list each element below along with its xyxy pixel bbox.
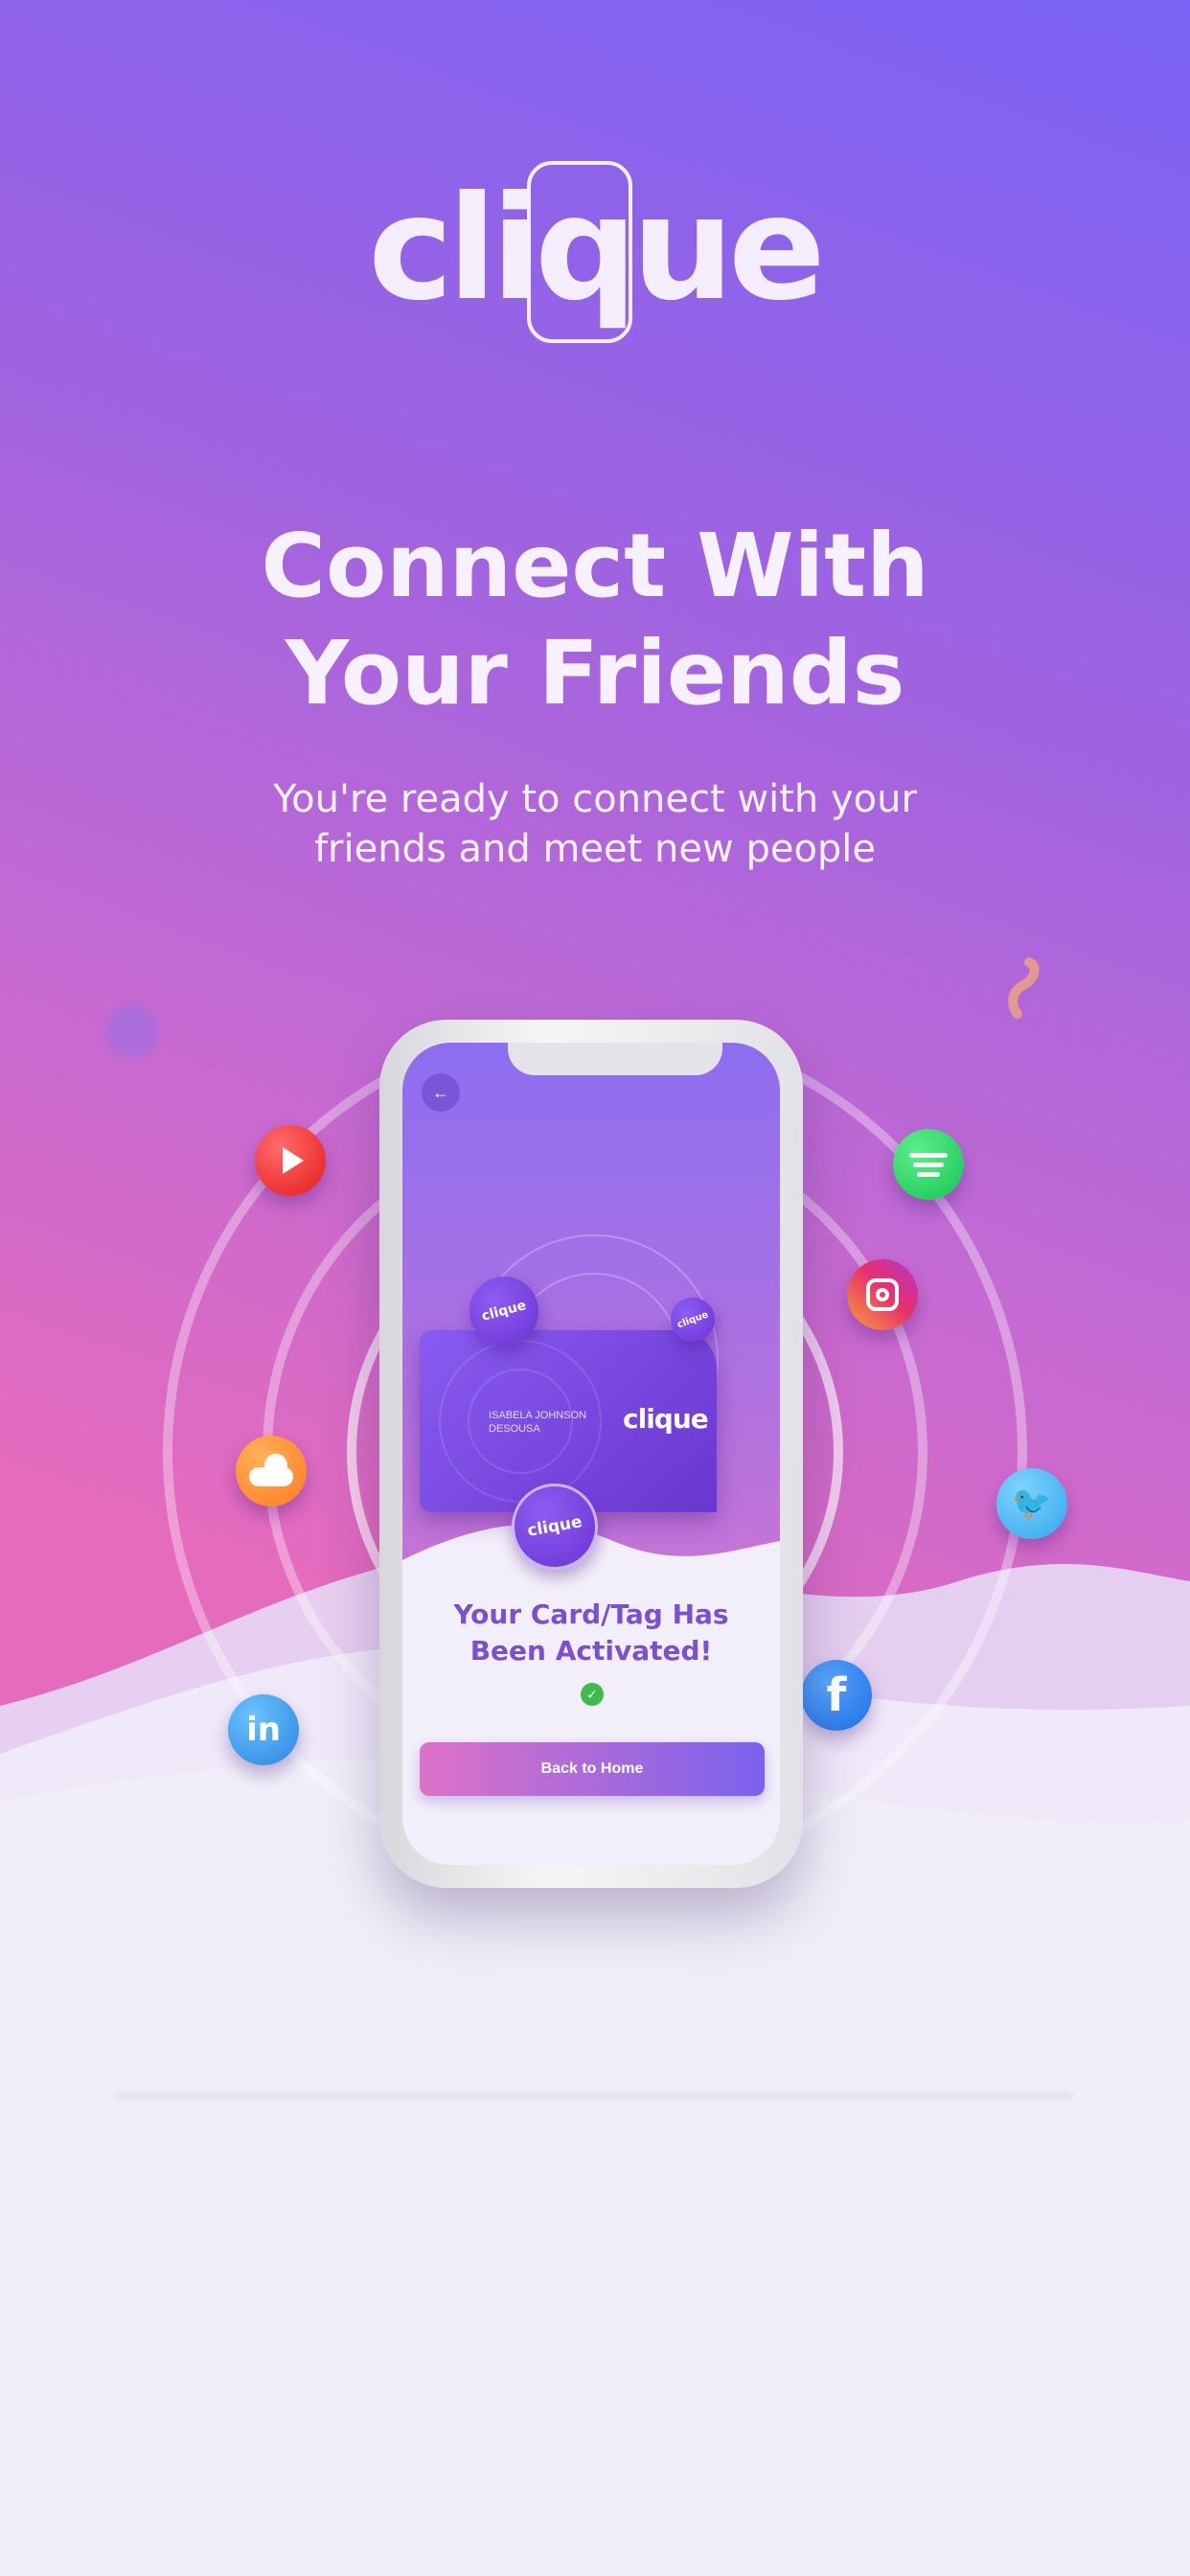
headline-line-1: Connect With <box>261 515 929 617</box>
squiggle-decoration <box>1008 957 1040 1019</box>
soundcloud-icon <box>236 1436 307 1506</box>
headline-line-2: Your Friends <box>285 622 905 724</box>
logo-text: clique <box>368 166 826 333</box>
instagram-icon <box>847 1259 918 1330</box>
lower-background <box>0 1869 1190 2576</box>
twitter-icon: 🐦 <box>996 1468 1067 1539</box>
youtube-icon <box>255 1125 326 1196</box>
facebook-icon: f <box>801 1660 872 1731</box>
subheadline-line-2: friends and meet new people <box>313 827 877 871</box>
card-holder-name: ISABELA JOHNSON DESOUSA <box>489 1410 587 1435</box>
back-to-home-button[interactable]: Back to Home <box>420 1742 765 1796</box>
phone-notch <box>508 1043 722 1075</box>
activation-title-line-2: Been Activated! <box>469 1635 713 1667</box>
subheadline-line-1: You're ready to connect with your <box>273 777 917 821</box>
blur-dot-decoration <box>105 1004 159 1058</box>
tag-label: clique <box>525 1512 584 1541</box>
clique-logo: clique <box>368 153 826 345</box>
floor-shadow <box>115 2093 1073 2099</box>
phone-screen: ← ISABELA JOHNSON DESOUSA clique clique … <box>402 1043 780 1865</box>
linkedin-icon: in <box>228 1694 299 1765</box>
phone-mockup: ← ISABELA JOHNSON DESOUSA clique clique … <box>379 1020 803 1888</box>
back-arrow-button[interactable]: ← <box>422 1073 460 1112</box>
back-arrow-icon: ← <box>432 1082 449 1102</box>
card-logo: clique <box>623 1403 709 1435</box>
page-headline: Connect With Your Friends <box>0 513 1190 727</box>
activation-title: Your Card/Tag Has Been Activated! <box>402 1597 780 1669</box>
success-check-icon: ✓ <box>581 1683 604 1706</box>
tag-label: clique <box>675 1309 710 1330</box>
activation-title-line-1: Your Card/Tag Has <box>453 1598 729 1630</box>
spotify-icon <box>893 1129 964 1200</box>
page-subheadline: You're ready to connect with your friend… <box>212 774 978 874</box>
tag-label: clique <box>480 1298 528 1324</box>
